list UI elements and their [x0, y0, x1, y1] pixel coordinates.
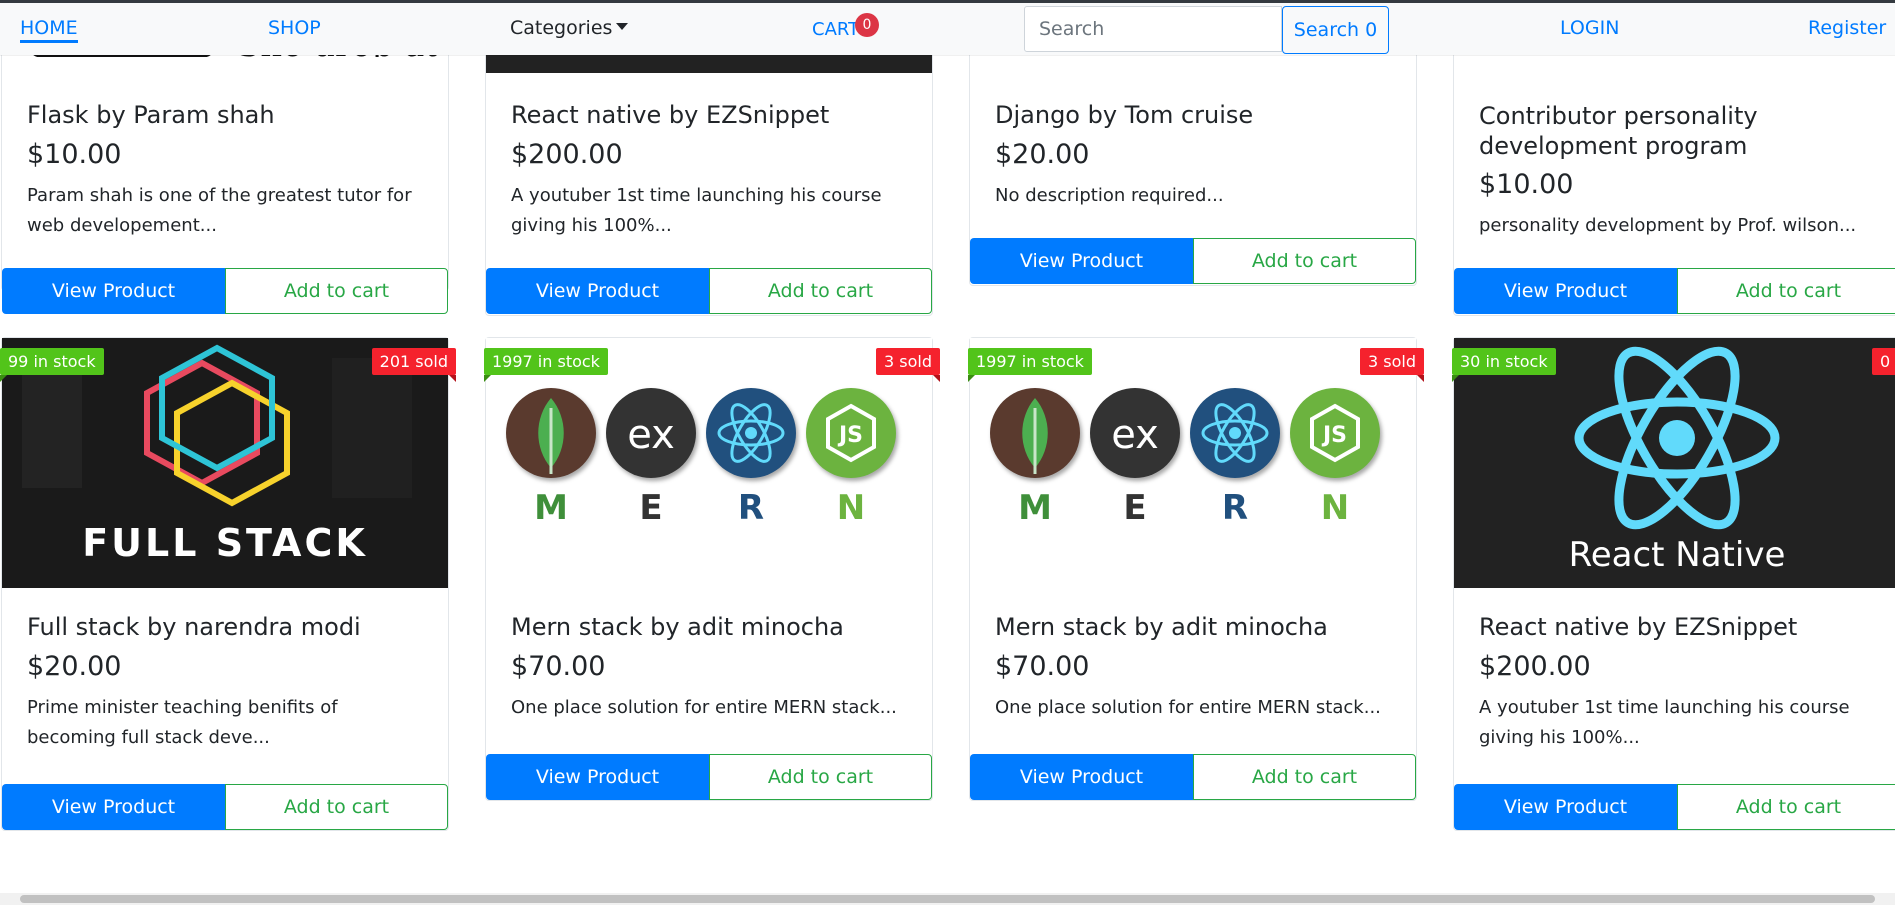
stock-badge: 30 in stock: [1452, 348, 1556, 382]
product-description: No description required...: [995, 185, 1224, 206]
add-to-cart-button[interactable]: Add to cart: [1677, 784, 1895, 830]
sold-badge: 0 sold: [1872, 348, 1895, 375]
product-card: ex JS M E R N 1997 in stock 3 sold Mern …: [968, 337, 1424, 801]
product-image: React Native: [1454, 338, 1895, 588]
product-description: A youtuber 1st time launching his course…: [511, 185, 882, 236]
mern-letter-e: E: [1123, 488, 1147, 528]
nav-shop-link[interactable]: SHOP: [268, 17, 321, 39]
search-input[interactable]: [1024, 6, 1282, 52]
product-description: One place solution for entire MERN stack…: [511, 697, 897, 718]
react-logo-icon: [1190, 388, 1280, 478]
mern-letter-m: M: [1018, 488, 1052, 528]
product-price: $70.00: [995, 651, 1090, 682]
nav-register-link[interactable]: Register: [1808, 17, 1886, 39]
express-logo-icon: ex: [606, 388, 696, 478]
product-price: $20.00: [995, 139, 1090, 170]
stock-badge: 1997 in stock: [968, 348, 1092, 382]
express-logo-icon: ex: [1090, 388, 1180, 478]
search-button[interactable]: Search 0: [1282, 6, 1389, 54]
mongodb-logo-icon: [506, 388, 596, 478]
view-product-button[interactable]: View Product: [2, 268, 225, 314]
product-price: $10.00: [27, 139, 122, 170]
view-product-button[interactable]: View Product: [2, 784, 225, 830]
mern-letter-m: M: [534, 488, 568, 528]
product-title: Flask by Param shah: [27, 101, 275, 129]
mern-letter-n: N: [1320, 488, 1350, 528]
add-to-cart-button[interactable]: Add to cart: [1677, 268, 1895, 314]
product-card: React Native 30 in stock 0 sold React na…: [1452, 337, 1895, 831]
horizontal-scrollbar[interactable]: [0, 893, 1895, 905]
sold-badge: 201 sold: [371, 348, 457, 382]
product-title: Mern stack by adit minocha: [995, 613, 1328, 641]
nav-home-link[interactable]: HOME: [20, 17, 78, 43]
view-product-button[interactable]: View Product: [970, 754, 1193, 800]
product-price: $20.00: [27, 651, 122, 682]
nodejs-logo-icon: JS: [806, 388, 896, 478]
mern-letter-e: E: [639, 488, 663, 528]
add-to-cart-button[interactable]: Add to cart: [1193, 238, 1416, 284]
categories-label: Categories: [510, 17, 613, 39]
product-title: Django by Tom cruise: [995, 101, 1254, 129]
nav-cart-link[interactable]: CART: [812, 19, 859, 40]
mongodb-logo-icon: [990, 388, 1080, 478]
product-price: $200.00: [1479, 651, 1591, 682]
product-card: ex JS M E R N 1997 in stock 3 sold Mern …: [484, 337, 940, 801]
product-price: $200.00: [511, 139, 623, 170]
product-title: React native by EZSnippet: [511, 101, 830, 129]
view-product-button[interactable]: View Product: [1454, 784, 1677, 830]
mern-letter-r: R: [737, 488, 765, 528]
add-to-cart-button[interactable]: Add to cart: [225, 784, 448, 830]
add-to-cart-button[interactable]: Add to cart: [709, 268, 932, 314]
product-description: personality development by Prof. wilson.…: [1479, 215, 1857, 236]
view-product-button[interactable]: View Product: [486, 268, 709, 314]
stock-badge: 99 in stock: [0, 348, 104, 382]
product-price: $70.00: [511, 651, 606, 682]
product-image: FULL STACK: [2, 338, 448, 588]
sold-badge: 3 sold: [876, 348, 940, 382]
product-image: ex JS M E R N: [486, 338, 932, 588]
view-product-button[interactable]: View Product: [1454, 268, 1677, 314]
caret-down-icon: [616, 23, 629, 30]
stock-badge: 1997 in stock: [484, 348, 608, 382]
add-to-cart-button[interactable]: Add to cart: [1193, 754, 1416, 800]
add-to-cart-button[interactable]: Add to cart: [225, 268, 448, 314]
product-description: One place solution for entire MERN stack…: [995, 697, 1381, 718]
product-title: Full stack by narendra modi: [27, 613, 361, 641]
navbar: HOME SHOP Categories CART 0 Search 0 LOG…: [0, 3, 1895, 55]
react-logo-icon: [706, 388, 796, 478]
view-product-button[interactable]: View Product: [486, 754, 709, 800]
product-image: ex JS M E R N: [970, 338, 1416, 588]
view-product-button[interactable]: View Product: [970, 238, 1193, 284]
scrollbar-thumb[interactable]: [20, 895, 1875, 903]
nav-login-link[interactable]: LOGIN: [1560, 17, 1619, 39]
add-to-cart-button[interactable]: Add to cart: [709, 754, 932, 800]
cart-count-badge: 0: [855, 13, 879, 37]
product-title: Contributor personality development prog…: [1479, 102, 1758, 160]
mern-letter-n: N: [836, 488, 866, 528]
express-logo-text: ex: [1111, 412, 1159, 458]
product-description: Param shah is one of the greatest tutor …: [27, 185, 412, 236]
sold-badge: 3 sold: [1360, 348, 1424, 382]
product-title: Mern stack by adit minocha: [511, 613, 844, 641]
express-logo-text: ex: [627, 412, 675, 458]
product-card: FULL STACK 99 in stock 201 sold Full sta…: [0, 337, 457, 831]
nodejs-logo-text: JS: [1321, 423, 1347, 448]
product-image-caption: FULL STACK: [82, 521, 368, 565]
nodejs-logo-icon: JS: [1290, 388, 1380, 478]
product-description: A youtuber 1st time launching his course…: [1479, 697, 1850, 748]
window-top-border: [0, 0, 1895, 3]
mern-letter-r: R: [1221, 488, 1249, 528]
nav-categories-dropdown[interactable]: Categories: [510, 17, 629, 39]
nodejs-logo-text: JS: [837, 423, 863, 448]
product-price: $10.00: [1479, 169, 1574, 200]
product-title: React native by EZSnippet: [1479, 613, 1798, 641]
product-description: Prime minister teaching benifits of beco…: [27, 697, 338, 748]
product-image-caption: React Native: [1569, 535, 1786, 575]
